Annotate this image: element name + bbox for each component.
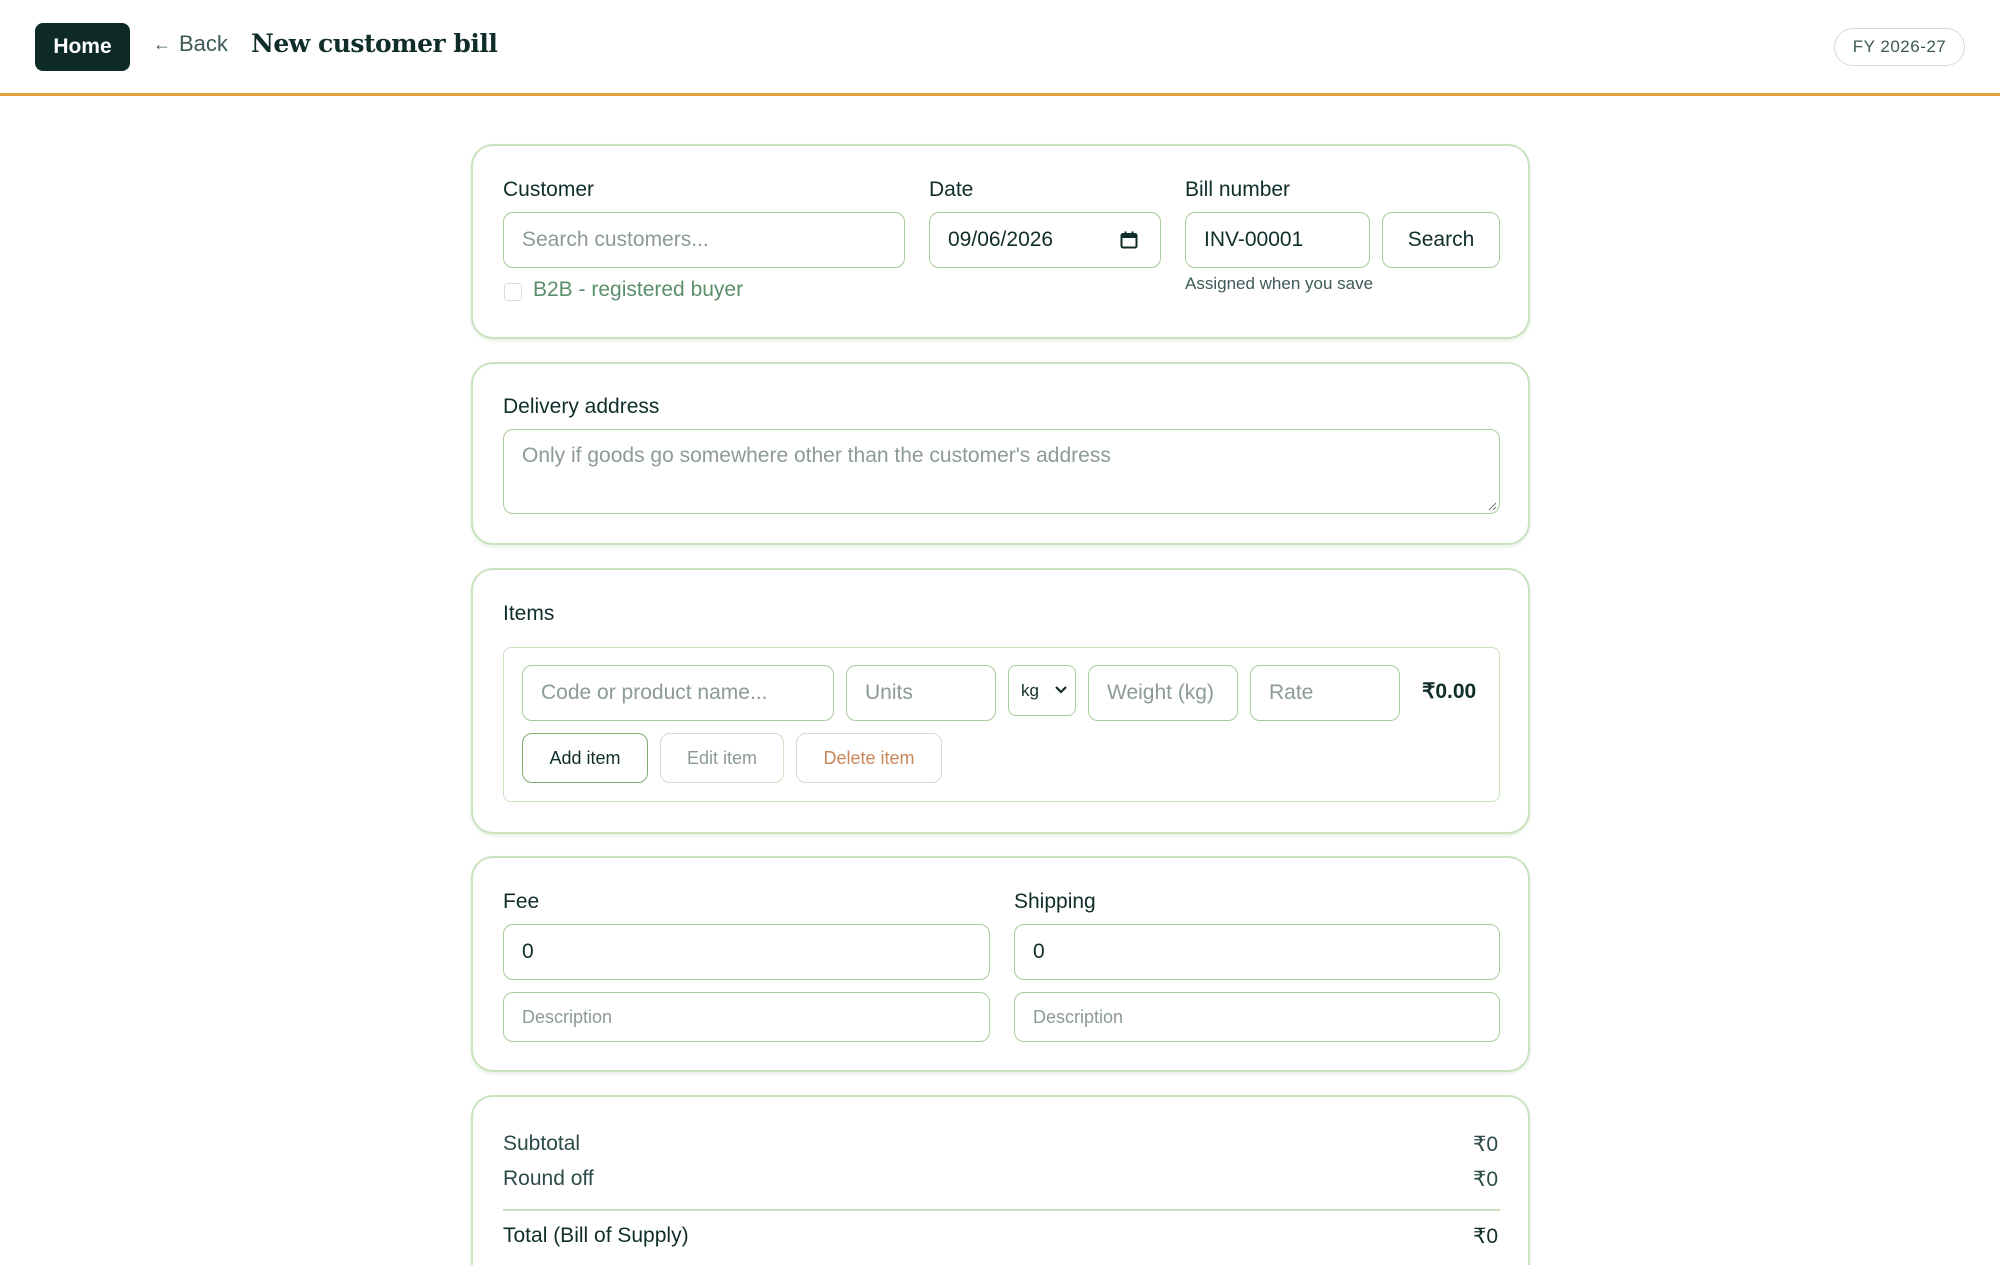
units-input[interactable]: Units: [846, 665, 996, 721]
subtotal-label: Subtotal: [503, 1132, 581, 1155]
unit-select[interactable]: kg: [1008, 665, 1076, 716]
search-button[interactable]: Search: [1382, 212, 1500, 268]
delete-item-button[interactable]: Delete item: [796, 733, 942, 783]
edit-item-button[interactable]: Edit item: [660, 733, 784, 783]
shipping-input[interactable]: 0: [1014, 924, 1500, 980]
calendar-icon[interactable]: [1120, 231, 1138, 249]
summary-card: Subtotal ₹0 Round off ₹0 Total (Bill of …: [471, 1095, 1530, 1265]
roundoff-value: ₹0: [1472, 1168, 1498, 1191]
line-amount: ₹0.00: [1422, 680, 1477, 703]
customer-search-input[interactable]: Search customers...: [503, 212, 905, 268]
bill-number-input[interactable]: INV-00001: [1185, 212, 1370, 268]
rate-input[interactable]: Rate: [1250, 665, 1400, 721]
date-label: Date: [929, 178, 974, 201]
date-input[interactable]: 09/06/2026: [929, 212, 1161, 268]
fee-label: Fee: [503, 890, 540, 913]
date-value: 09/06/2026: [948, 228, 1054, 251]
b2b-checkbox[interactable]: [504, 283, 522, 301]
item-entry-row: Code or product name... Units kg Weight …: [503, 647, 1500, 802]
back-label: Back: [179, 31, 228, 56]
resize-handle-icon[interactable]: [1487, 501, 1497, 511]
items-card: Items Code or product name... Units kg W…: [471, 568, 1530, 834]
add-item-button[interactable]: Add item: [522, 733, 648, 783]
delivery-address-label: Delivery address: [503, 395, 660, 418]
summary-divider: [503, 1209, 1500, 1211]
page-title: New customer bill: [251, 29, 498, 58]
delivery-address-textarea[interactable]: Only if goods go somewhere other than th…: [503, 429, 1500, 514]
bill-info-card: Customer Search customers... B2B - regis…: [471, 144, 1530, 339]
fee-input[interactable]: 0: [503, 924, 990, 980]
home-button[interactable]: Home: [35, 23, 130, 71]
charges-card: Fee 0 Description Shipping 0 Description: [471, 856, 1530, 1072]
back-arrow-icon: ←: [153, 33, 171, 54]
customer-label: Customer: [503, 178, 595, 201]
bill-number-label: Bill number: [1185, 178, 1291, 201]
fee-description-input[interactable]: Description: [503, 992, 990, 1042]
back-link[interactable]: ← Back: [153, 31, 228, 57]
roundoff-label: Round off: [503, 1167, 594, 1190]
delivery-address-card: Delivery address Only if goods go somewh…: [471, 362, 1530, 545]
chevron-down-icon: [1055, 686, 1067, 694]
fiscal-year-badge: FY 2026-27: [1834, 28, 1965, 66]
total-label: Total (Bill of Supply): [503, 1224, 689, 1247]
shipping-description-input[interactable]: Description: [1014, 992, 1500, 1042]
b2b-label: B2B - registered buyer: [533, 278, 744, 301]
items-label: Items: [503, 602, 555, 625]
bill-number-hint: Assigned when you save: [1185, 274, 1374, 293]
shipping-label: Shipping: [1014, 890, 1096, 913]
weight-input[interactable]: Weight (kg): [1088, 665, 1238, 721]
unit-select-value: kg: [1021, 680, 1039, 700]
top-bar: Home ← Back New customer bill FY 2026-27: [0, 0, 2000, 96]
product-search-input[interactable]: Code or product name...: [522, 665, 834, 721]
total-value: ₹0: [1472, 1225, 1498, 1248]
subtotal-value: ₹0: [1472, 1133, 1498, 1156]
